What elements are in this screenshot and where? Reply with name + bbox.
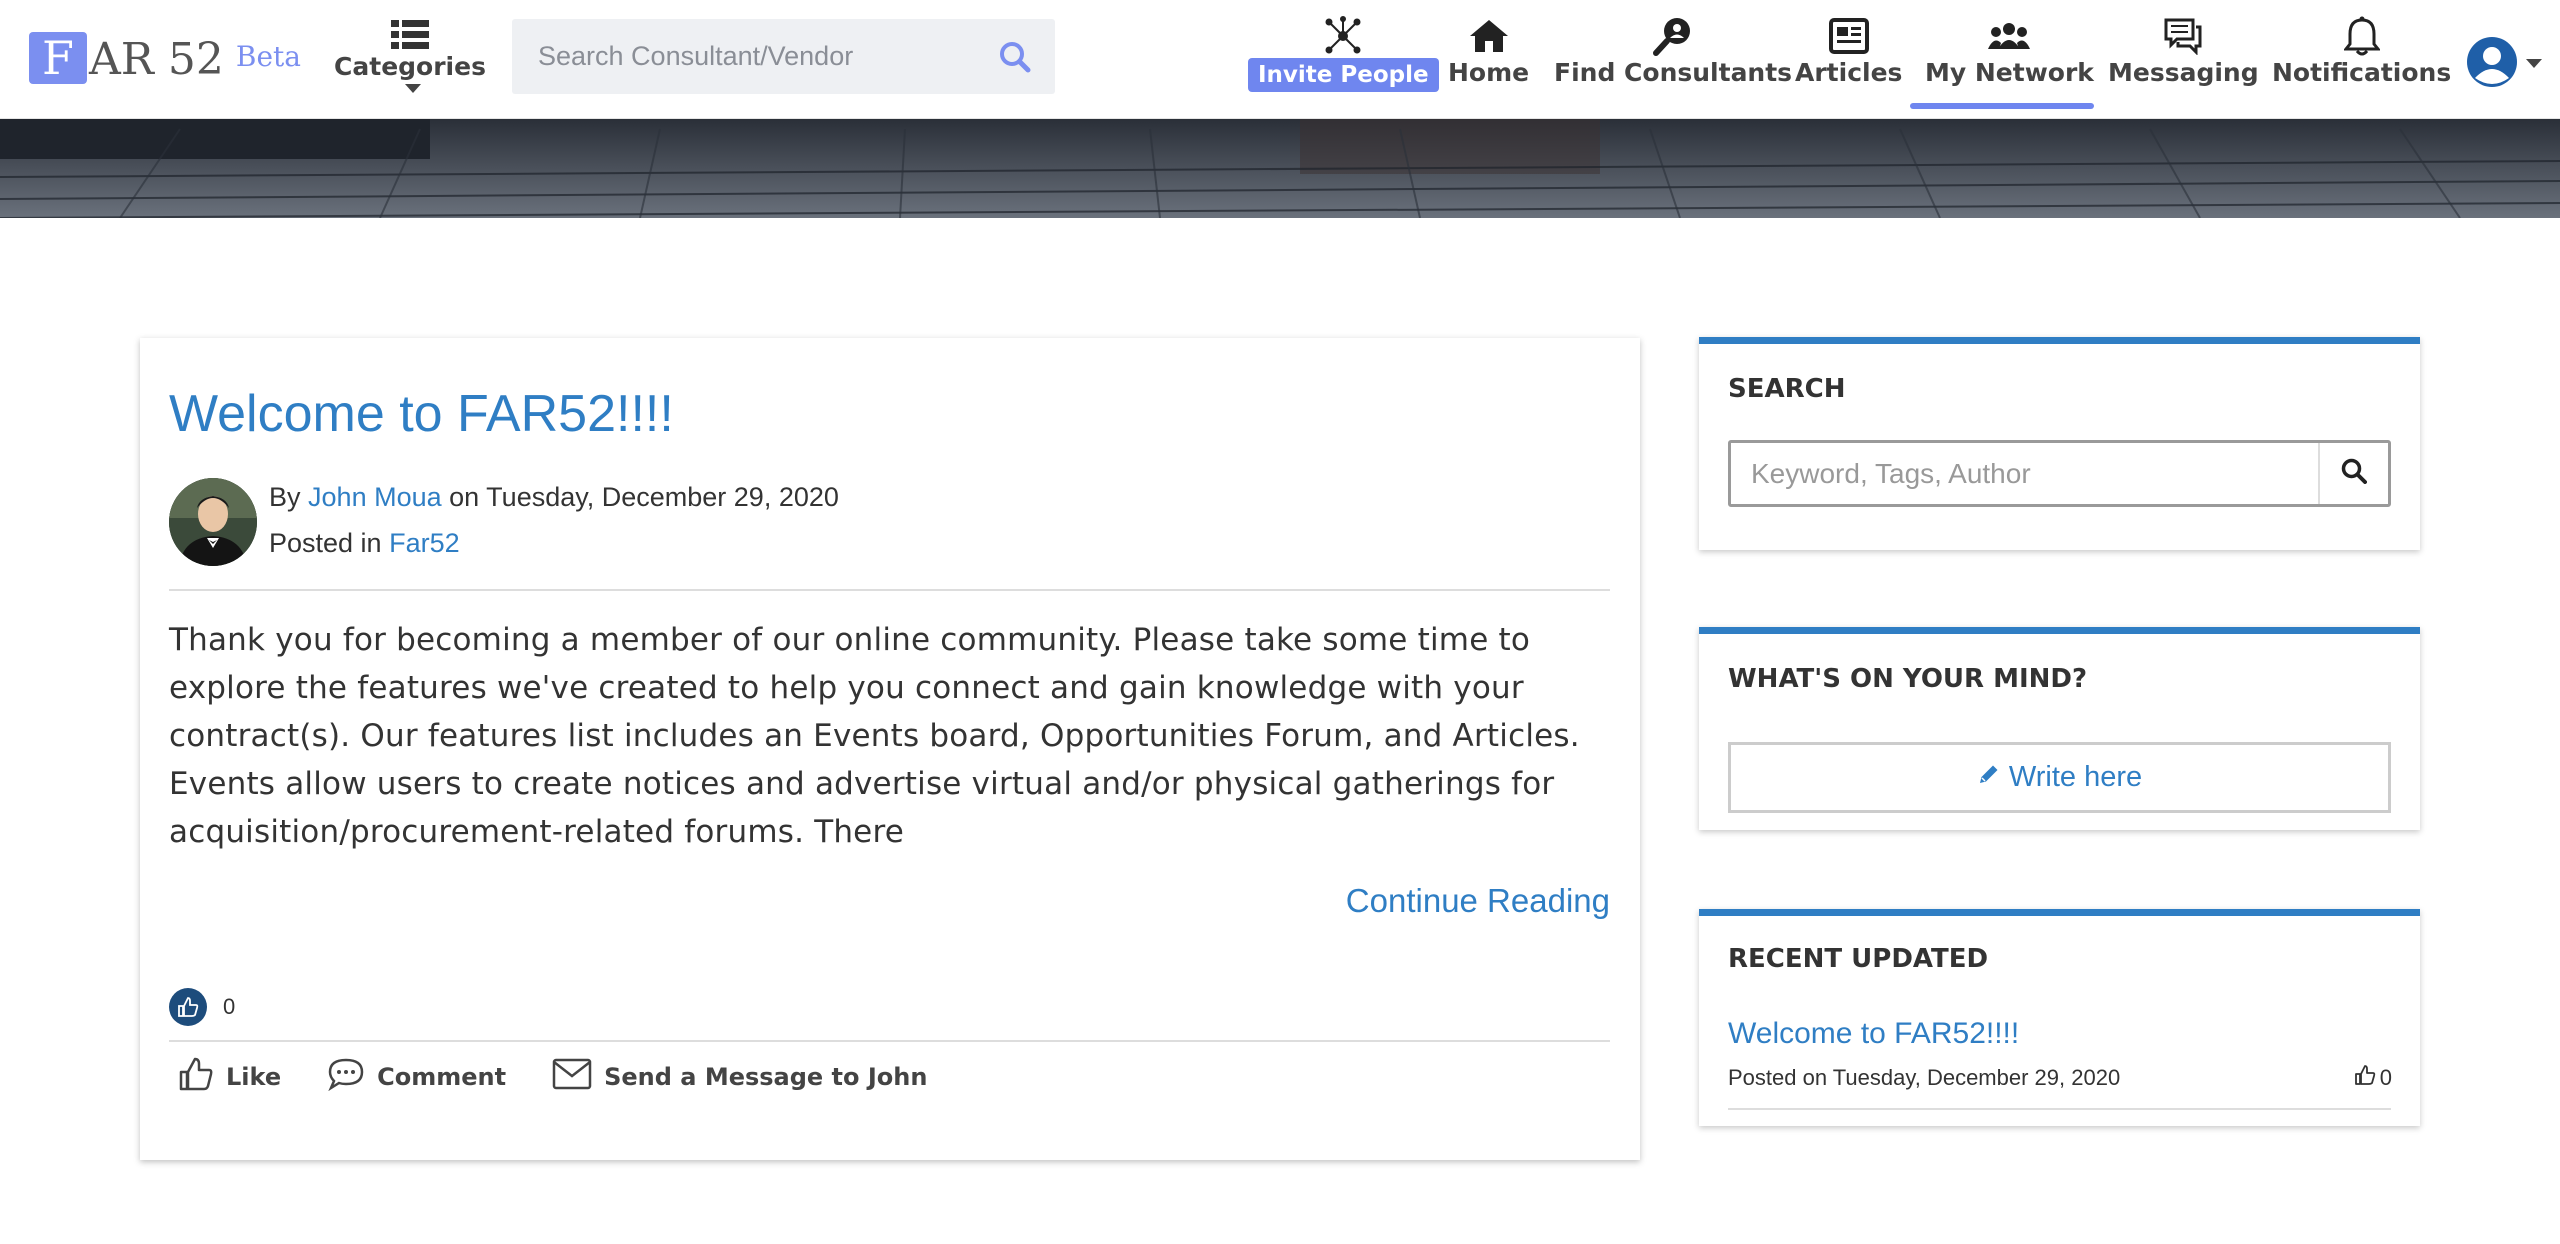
mind-widget-title: WHAT'S ON YOUR MIND?: [1728, 664, 2088, 694]
nav-find-consultants[interactable]: Find Consultants: [1554, 14, 1792, 87]
post-actions: Like Comment Send a Message to John: [178, 1056, 927, 1098]
by-prefix: By: [269, 482, 301, 512]
like-summary: 0: [169, 988, 235, 1026]
search-icon: [2341, 458, 2367, 489]
invite-people-button[interactable]: Invite People: [1248, 58, 1439, 92]
comment-label: Comment: [377, 1063, 507, 1091]
newspaper-icon: [1795, 14, 1902, 58]
pencil-icon: [1977, 761, 2001, 794]
consultant-search-input[interactable]: [538, 19, 978, 94]
find-consultants-label: Find Consultants: [1554, 58, 1793, 87]
write-here-button[interactable]: Write here: [1728, 742, 2391, 813]
blog-search-field: [1728, 440, 2391, 507]
far52-logo[interactable]: F AR 52 Beta: [29, 32, 301, 88]
nav-invite-people[interactable]: Invite People: [1248, 14, 1439, 92]
messaging-label: Messaging: [2108, 58, 2259, 87]
divider: [169, 1040, 1610, 1042]
top-navbar: F AR 52 Beta Categories Search Consultan…: [0, 0, 2560, 119]
user-avatar-icon: [2466, 36, 2518, 93]
recent-updated-widget: RECENT UPDATED Welcome to FAR52!!!! Post…: [1699, 909, 2420, 1126]
list-icon: [328, 18, 492, 52]
whats-on-your-mind-widget: WHAT'S ON YOUR MIND? Write here: [1699, 627, 2420, 830]
nav-my-network[interactable]: My Network: [1925, 14, 2094, 87]
users-icon: [1925, 14, 2094, 58]
home-icon: [1448, 14, 1529, 58]
categories-label: Categories: [334, 52, 486, 81]
search-widget-title: SEARCH: [1728, 374, 1846, 404]
blog-search-button[interactable]: [2318, 443, 2388, 504]
nav-home[interactable]: Home: [1448, 14, 1529, 87]
nav-notifications[interactable]: Notifications: [2272, 14, 2451, 87]
search-person-icon: [1554, 14, 1792, 58]
comment-button[interactable]: Comment: [327, 1057, 506, 1097]
wood-floor-image: [0, 119, 2560, 218]
author-avatar[interactable]: [169, 478, 257, 566]
nav-messaging[interactable]: Messaging: [2108, 14, 2259, 87]
divider: [1728, 1108, 2391, 1110]
search-widget: SEARCH: [1699, 337, 2420, 550]
active-tab-indicator: [1910, 103, 2094, 109]
recent-post-link[interactable]: Welcome to FAR52!!!!: [1728, 1017, 2019, 1051]
nav-articles[interactable]: Articles: [1795, 14, 1902, 87]
caret-down-icon: [2526, 56, 2542, 74]
post-meta: By John Moua on Tuesday, December 29, 20…: [269, 474, 839, 566]
user-menu[interactable]: [2466, 36, 2542, 93]
messages-icon: [2108, 14, 2259, 58]
recent-widget-title: RECENT UPDATED: [1728, 944, 1989, 974]
like-label: Like: [226, 1063, 282, 1091]
post-excerpt: Thank you for becoming a member of our o…: [169, 622, 1580, 850]
consultant-search: [512, 19, 1055, 94]
hero-banner: [0, 119, 2560, 218]
category-link[interactable]: Far52: [389, 528, 460, 558]
post-card: Welcome to FAR52!!!! By John Moua on Tue…: [140, 338, 1640, 1160]
send-message-label: Send a Message to John: [604, 1063, 928, 1091]
articles-label: Articles: [1795, 58, 1903, 87]
comment-icon: [327, 1057, 365, 1097]
recent-like-count: 0: [2379, 1065, 2392, 1090]
blog-search-input[interactable]: [1751, 443, 2311, 504]
bell-icon: [2272, 14, 2451, 58]
author-link[interactable]: John Moua: [308, 482, 442, 512]
recent-post-likes: 0: [2354, 1064, 2392, 1092]
like-button[interactable]: Like: [178, 1056, 281, 1098]
my-network-label: My Network: [1925, 58, 2094, 87]
like-count: 0: [223, 994, 236, 1019]
notifications-label: Notifications: [2272, 58, 2452, 87]
logo-text: AR 52: [89, 34, 224, 85]
continue-reading-link[interactable]: Continue Reading: [1346, 882, 1610, 920]
send-message-button[interactable]: Send a Message to John: [552, 1058, 927, 1096]
categories-menu[interactable]: Categories: [328, 18, 492, 99]
posted-in-prefix: Posted in: [269, 528, 382, 558]
divider: [169, 589, 1610, 591]
thumbs-up-icon: [2354, 1064, 2376, 1092]
network-hub-icon: [1248, 14, 1439, 58]
thumbs-up-icon: [178, 1056, 214, 1098]
post-title[interactable]: Welcome to FAR52!!!!: [169, 384, 674, 444]
logo-letter: F: [29, 32, 87, 84]
thumbs-up-badge-icon: [169, 988, 207, 1026]
caret-down-icon: [405, 81, 421, 99]
home-label: Home: [1448, 58, 1530, 87]
post-date: on Tuesday, December 29, 2020: [449, 482, 839, 512]
recent-post-date: Posted on Tuesday, December 29, 2020: [1728, 1065, 2121, 1090]
write-here-label: Write here: [2008, 761, 2143, 793]
beta-label: Beta: [235, 40, 301, 73]
envelope-icon: [552, 1058, 592, 1096]
search-icon[interactable]: [999, 41, 1031, 78]
